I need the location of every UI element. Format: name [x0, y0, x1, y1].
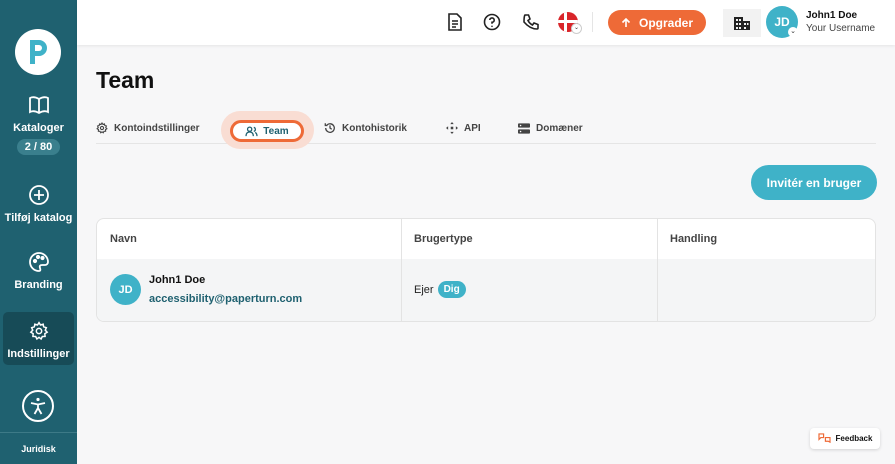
column-header-brugertype: Brugertype	[414, 233, 473, 245]
sidebar-divider	[0, 432, 77, 433]
tab-domaener[interactable]: Domæner	[518, 112, 583, 144]
feedback-label: Feedback	[835, 434, 873, 443]
book-icon	[28, 94, 50, 116]
tab-label: Domæner	[536, 122, 583, 134]
page-title: Team	[96, 67, 155, 93]
tab-label: Kontohistorik	[342, 122, 407, 134]
users-icon	[245, 125, 258, 136]
team-table: Navn Brugertype Handling JD John1 Doe ac…	[96, 218, 876, 322]
sidebar: Kataloger 2 / 80 Tilføj katalog Branding…	[0, 0, 77, 464]
invite-user-button[interactable]: Invitér en bruger	[751, 165, 877, 200]
palette-icon	[28, 251, 50, 273]
logo-p-icon	[30, 40, 47, 64]
user-subtitle: Your Username	[806, 23, 876, 34]
accessibility-icon	[30, 397, 46, 415]
sidebar-item-label: Kataloger	[13, 122, 64, 134]
tab-team[interactable]: Team	[230, 120, 304, 142]
header-divider	[592, 12, 593, 32]
you-badge: Dig	[437, 281, 466, 298]
accessibility-button[interactable]	[22, 390, 54, 422]
paperturn-logo[interactable]	[15, 29, 61, 75]
user-type-label: Ejer	[414, 283, 434, 296]
avatar: JD	[110, 274, 141, 305]
juridisk-link[interactable]: Juridisk	[0, 444, 77, 454]
chevron-down-icon: ⌄	[788, 27, 798, 37]
member-type: Ejer Dig	[414, 281, 466, 298]
sidebar-item-indstillinger[interactable]: Indstillinger	[3, 312, 74, 365]
sidebar-item-tilfoej-katalog[interactable]: Tilføj katalog	[3, 184, 74, 224]
server-icon	[518, 122, 530, 134]
document-icon[interactable]	[445, 12, 465, 32]
chevron-down-icon: ⌄	[572, 24, 581, 33]
arrow-up-icon	[621, 17, 631, 27]
catalog-counter: 2 / 80	[16, 139, 61, 155]
top-header: ⌄ Opgrader JD ⌄ John1 Doe Your Username	[77, 0, 895, 45]
upgrade-label: Opgrader	[638, 15, 693, 30]
table-row	[97, 259, 875, 321]
api-icon	[446, 122, 458, 134]
column-header-navn: Navn	[110, 233, 137, 245]
tab-label: API	[464, 122, 481, 134]
history-icon	[324, 123, 335, 133]
column-header-handling: Handling	[670, 233, 718, 245]
phone-icon[interactable]	[521, 12, 541, 32]
gear-icon	[96, 122, 108, 134]
plus-circle-icon	[28, 184, 50, 206]
sidebar-item-branding[interactable]: Branding	[3, 251, 74, 291]
gear-icon	[28, 320, 50, 342]
tab-kontohistorik[interactable]: Kontohistorik	[324, 112, 407, 144]
sidebar-item-kataloger[interactable]: Kataloger 2 / 80	[3, 94, 74, 155]
upgrade-button[interactable]: Opgrader	[608, 10, 706, 35]
settings-tabs: Kontoindstillinger Team Kontohistorik AP…	[96, 111, 876, 149]
sidebar-item-label: Indstillinger	[7, 348, 70, 360]
help-icon[interactable]	[482, 12, 502, 32]
tab-api[interactable]: API	[446, 112, 481, 144]
tab-label: Kontoindstillinger	[114, 122, 200, 134]
feedback-icon	[817, 433, 831, 444]
tab-kontoindstillinger[interactable]: Kontoindstillinger	[96, 112, 200, 144]
feedback-button[interactable]: Feedback	[810, 428, 880, 449]
user-name[interactable]: John1 Doe	[806, 10, 857, 21]
member-name: John1 Doe	[149, 274, 206, 286]
sidebar-item-label: Branding	[14, 279, 63, 291]
tab-label: Team	[263, 125, 289, 137]
building-icon[interactable]	[723, 9, 761, 37]
member-email[interactable]: accessibility@paperturn.com	[149, 293, 302, 305]
sidebar-item-label: Tilføj katalog	[4, 212, 73, 224]
